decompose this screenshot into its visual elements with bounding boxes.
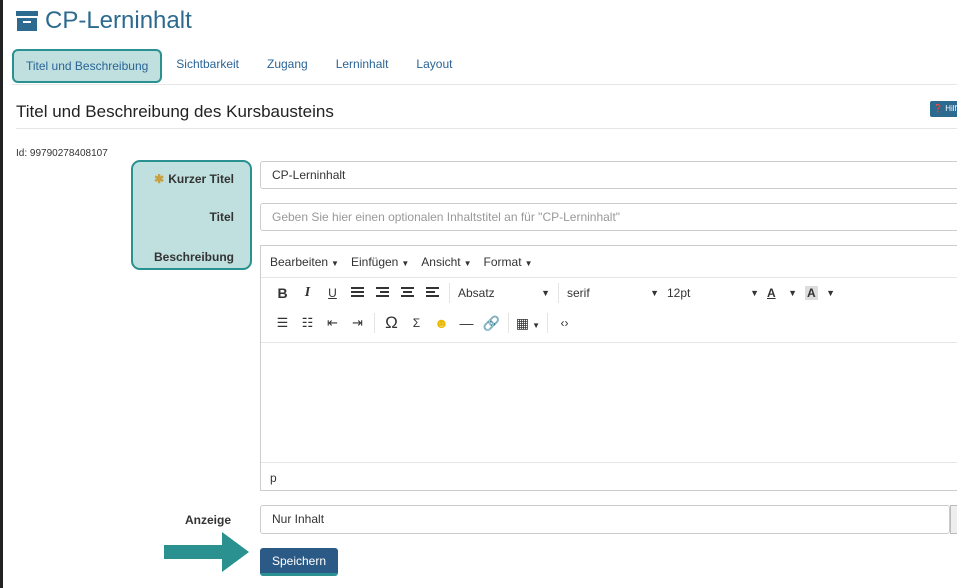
section-title: Titel und Beschreibung des Kursbausteins (16, 102, 334, 121)
source-code-button[interactable]: ‹› (552, 316, 577, 330)
caret-down-icon: ▼ (541, 288, 550, 298)
tab-bar: Titel und Beschreibung Sichtbarkeit Zuga… (12, 49, 466, 83)
caret-down-icon: ▼ (463, 258, 472, 268)
caret-down-icon: ▼ (331, 258, 339, 268)
caret-down-icon: ▼ (650, 288, 659, 298)
menu-ansicht[interactable]: Ansicht ▼ (421, 255, 471, 269)
display-select[interactable]: Nur Inhalt (260, 505, 950, 534)
font-size-select[interactable]: 12pt ▼ (663, 286, 763, 300)
caret-down-icon: ▼ (524, 258, 533, 268)
caret-down-icon: ▼ (401, 258, 410, 268)
math-sigma-button[interactable]: Σ (404, 316, 429, 330)
section-divider (16, 128, 957, 129)
italic-button[interactable]: I (295, 285, 320, 301)
block-format-select[interactable]: Absatz ▼ (454, 286, 554, 300)
numbered-list-icon[interactable]: ☷ (295, 315, 320, 331)
indent-icon[interactable]: ⇥ (345, 315, 370, 331)
caret-down-icon: ▼ (750, 288, 759, 298)
menu-einfuegen[interactable]: Einfügen ▼ (351, 255, 409, 269)
menu-bearbeiten[interactable]: Bearbeiten ▼ (270, 255, 339, 269)
editor-status-path: p (261, 462, 957, 494)
tab-sichtbarkeit[interactable]: Sichtbarkeit (162, 49, 253, 83)
labels-highlight-panel: ✱ Kurzer Titel Titel Beschreibung (131, 160, 252, 270)
display-select-arrow[interactable] (950, 505, 957, 534)
emoticon-icon[interactable]: ☻ (429, 315, 454, 331)
display-label: Anzeige (185, 513, 232, 527)
table-icon[interactable]: ▦ ▼ (513, 315, 543, 332)
title-label: Titel (209, 210, 234, 224)
text-color-button[interactable]: A ▼ (763, 286, 801, 300)
page-title: CP-Lerninhalt (45, 7, 192, 34)
align-center-icon[interactable] (395, 285, 420, 301)
link-icon[interactable]: 🔗 (479, 315, 504, 332)
bullet-list-icon[interactable]: ☰ (270, 315, 295, 331)
editor-toolbar-row-2: ☰ ☷ ⇤ ⇥ Ω Σ ☻ — 🔗 ▦ ▼ ‹› (261, 308, 957, 338)
tab-titel-und-beschreibung[interactable]: Titel und Beschreibung (12, 49, 163, 83)
pointer-arrow-icon (164, 532, 249, 572)
tabs-divider (12, 84, 957, 85)
horizontal-rule-button[interactable]: — (454, 315, 479, 331)
align-left-icon[interactable] (420, 285, 445, 301)
tab-layout[interactable]: Layout (402, 49, 466, 83)
menu-format[interactable]: Format ▼ (484, 255, 533, 269)
short-title-label: ✱ Kurzer Titel (154, 172, 234, 186)
outdent-icon[interactable]: ⇤ (320, 315, 345, 331)
editor-toolbar-row-1: B I U Absatz ▼ serif ▼ 12pt ▼ A ▼ A ▼ (261, 278, 957, 308)
page-header: CP-Lerninhalt (16, 6, 192, 36)
help-label: Hilfe (945, 104, 957, 113)
short-title-input[interactable]: CP-Lerninhalt (260, 161, 957, 189)
description-label: Beschreibung (153, 250, 234, 264)
archive-box-icon (16, 11, 38, 31)
node-id: Id: 99790278408107 (16, 148, 108, 159)
required-star-icon: ✱ (154, 172, 165, 186)
align-justify-icon[interactable] (345, 285, 370, 301)
align-right-icon[interactable] (370, 285, 395, 301)
short-title-label-text: Kurzer Titel (168, 172, 234, 186)
special-char-button[interactable]: Ω (379, 313, 404, 333)
tab-zugang[interactable]: Zugang (253, 49, 322, 83)
help-button[interactable]: ❓ Hilfe (930, 101, 957, 117)
help-icon: ❓ (933, 104, 943, 113)
background-color-button[interactable]: A ▼ (801, 286, 839, 300)
font-family-select[interactable]: serif ▼ (563, 286, 663, 300)
editor-content-area[interactable] (261, 342, 957, 462)
caret-down-icon: ▼ (788, 288, 797, 298)
underline-button[interactable]: U (320, 286, 345, 300)
description-editor: Bearbeiten ▼ Einfügen ▼ Ansicht ▼ Format ▼ B… (260, 245, 957, 491)
editor-menubar: Bearbeiten ▼ Einfügen ▼ Ansicht ▼ Format ▼ (261, 246, 957, 278)
bold-button[interactable]: B (270, 285, 295, 301)
save-button[interactable]: Speichern (260, 548, 338, 576)
caret-down-icon: ▼ (532, 320, 541, 330)
tab-lerninhalt[interactable]: Lerninhalt (322, 49, 403, 83)
title-input[interactable]: Geben Sie hier einen optionalen Inhaltst… (260, 203, 957, 231)
left-window-border (0, 0, 3, 588)
caret-down-icon: ▼ (826, 288, 835, 298)
